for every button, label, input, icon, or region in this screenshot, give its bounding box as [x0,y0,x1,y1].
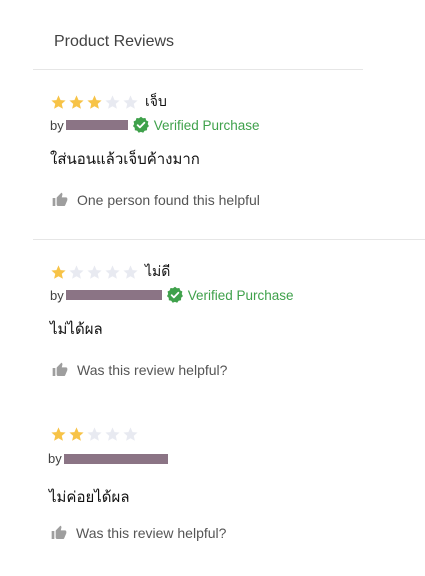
thumbs-up-icon [52,362,68,376]
star-empty-icon [122,426,139,443]
star-rating [50,426,139,443]
helpful-text: Was this review helpful? [77,362,228,378]
redacted-reviewer-name [65,120,128,130]
reviewer-line: by Verified Purchase [50,116,260,134]
by-label: by [48,451,62,466]
star-empty-icon [122,94,139,111]
redacted-reviewer-name [65,290,162,300]
star-filled-icon [50,264,67,281]
review-title: ไม่ดี [145,264,171,280]
star-filled-icon [50,426,67,443]
page-title: Product Reviews [54,33,175,50]
star-filled-icon [50,94,67,111]
star-empty-icon [104,426,121,443]
reviewer-line: by Verified Purchase [50,286,294,304]
star-rating [50,94,139,111]
review-body: ใส่นอนแล้วเจ็บค้างมาก [50,150,200,168]
redacted-reviewer-name [63,453,168,464]
review-title-row [50,426,145,443]
verified-check-icon [166,286,183,303]
star-filled-icon [68,94,85,111]
review-item: เจ็บ by Verified Purchase ใส่นอนแล้วเจ็บ… [0,91,425,241]
helpful-button[interactable]: Was this review helpful? [51,525,226,541]
header-divider [33,69,363,70]
thumbs-up-icon [52,192,68,206]
review-item: by ไม่ค่อยได้ผล Was this review helpful? [0,426,425,576]
star-empty-icon [86,426,103,443]
review-title-row: ไม่ดี [50,261,170,283]
reviewer-line: by [48,451,168,466]
verified-purchase-badge: Verified Purchase [166,286,294,304]
star-empty-icon [104,264,121,281]
verified-purchase-badge: Verified Purchase [132,116,260,134]
verified-label: Verified Purchase [153,117,260,133]
star-empty-icon [86,264,103,281]
verified-label: Verified Purchase [187,287,294,303]
review-body: ไม่ค่อยได้ผล [49,488,130,506]
verified-check-icon [132,116,149,133]
by-label: by [50,117,64,133]
helpful-text: One person found this helpful [77,192,260,208]
star-empty-icon [104,94,121,111]
star-rating [50,264,139,281]
star-empty-icon [68,264,85,281]
review-title-row: เจ็บ [50,91,167,113]
helpful-button[interactable]: Was this review helpful? [52,362,227,378]
helpful-button[interactable]: One person found this helpful [52,192,260,208]
by-label: by [50,287,64,303]
star-filled-icon [86,94,103,111]
star-filled-icon [68,426,85,443]
review-title: เจ็บ [145,94,167,110]
review-body: ไม่ได้ผล [50,320,103,338]
review-divider [33,239,425,240]
star-empty-icon [122,264,139,281]
helpful-text: Was this review helpful? [76,525,227,541]
thumbs-up-icon [51,525,67,539]
review-item: ไม่ดี by Verified Purchase ไม่ได้ผล Was … [0,261,425,411]
